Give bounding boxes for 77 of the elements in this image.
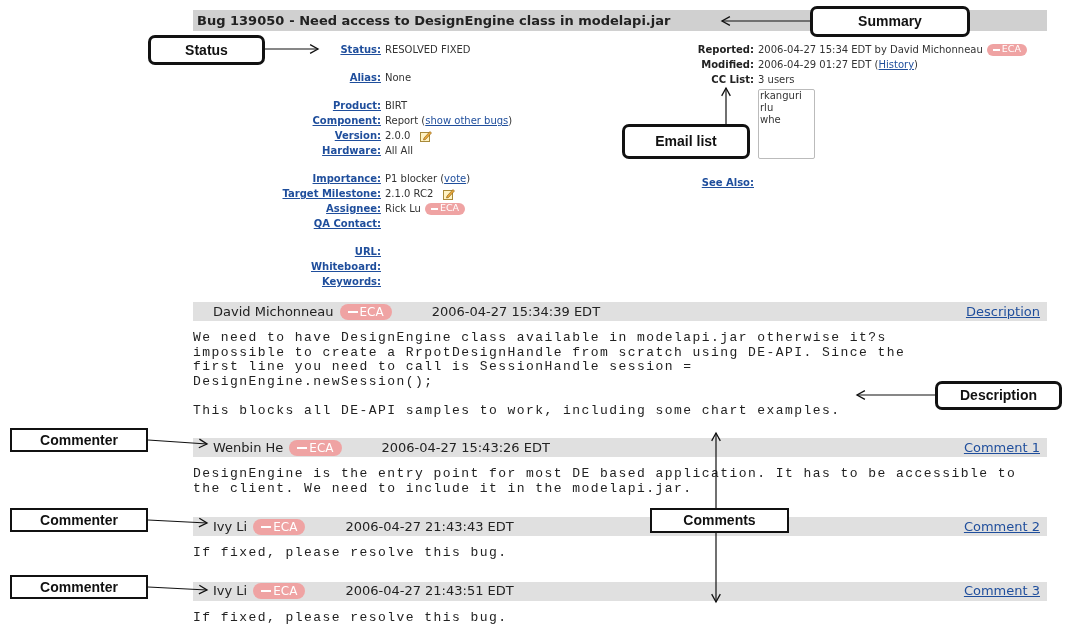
eca-badge: ECA	[339, 303, 392, 320]
field-label: CC List:	[711, 74, 754, 85]
comment-date: 2006-04-27 21:43:43 EDT	[345, 517, 514, 536]
arrow	[721, 86, 731, 125]
field-label[interactable]: See Also:	[701, 177, 754, 188]
eca-badge: ECA	[424, 202, 466, 215]
arrow	[147, 584, 209, 595]
field-label: Modified:	[701, 59, 754, 70]
comment-link[interactable]: Description	[965, 301, 1040, 322]
cc-option[interactable]: rkanguri	[760, 90, 813, 102]
eca-badge: ECA	[289, 439, 342, 456]
commenter-name: David Michonneau	[213, 302, 334, 321]
eca-badge: ECA	[986, 43, 1027, 56]
field-value: 2.0.0	[385, 129, 411, 143]
field-label[interactable]: Assignee:	[326, 203, 381, 214]
arrow	[147, 438, 209, 449]
comment-link[interactable]: Comment 2	[963, 516, 1040, 537]
field-value: P1 blocker (	[385, 172, 445, 186]
cc-option[interactable]: whe	[760, 114, 813, 126]
bug-title: - Need access to DesignEngine class in modelapi.jar	[289, 11, 671, 30]
comment-text: We need to have DesignEngine class available in modelapi.jar otherwise it?s impossible to create a RrpotDesignHandle from scratch using DE-API. Since the first line you need to call is SessionHandle session = DesignEngine.newSession();	[193, 331, 906, 389]
comment-date: 2006-04-27 21:43:51 EDT	[345, 582, 514, 601]
comment-text: If fixed, please resolve this bug.	[193, 610, 508, 624]
eca-badge: ECA	[253, 583, 306, 599]
field-label[interactable]: URL:	[354, 246, 381, 257]
field-label[interactable]: Target Milestone:	[282, 188, 381, 199]
field-label[interactable]: Importance:	[312, 173, 381, 184]
edit-icon[interactable]	[443, 187, 456, 200]
arrow	[264, 44, 320, 54]
link[interactable]: vote	[444, 171, 467, 186]
field-value: None	[385, 71, 412, 85]
field-value: 2.1.0 RC2	[385, 187, 434, 201]
field-value: 2006-04-27 15:34 EDT by David Michonneau	[758, 43, 983, 57]
parenthesis: )	[914, 58, 918, 72]
cc-option[interactable]: rlu	[760, 102, 813, 114]
field-label[interactable]: QA Contact:	[313, 218, 381, 229]
commenter-name: Ivy Li	[213, 517, 248, 536]
parenthesis: )	[508, 114, 513, 128]
callout-label: Email list	[622, 124, 750, 159]
callout-label: Comments	[650, 508, 789, 533]
field-label[interactable]: Version:	[334, 130, 381, 141]
commenter-name: Ivy Li	[213, 582, 248, 601]
bug-link[interactable]: Bug 139050	[197, 10, 285, 31]
arrow	[147, 517, 209, 528]
field-label[interactable]: Keywords:	[321, 276, 381, 287]
callout-label: Status	[148, 35, 265, 65]
field-label: Reported:	[697, 44, 754, 55]
callout-label: Commenter	[10, 428, 148, 452]
field-value: RESOLVED FIXED	[385, 43, 471, 57]
callout-label: Commenter	[10, 508, 148, 532]
field-value: BIRT	[385, 99, 408, 113]
callout-label: Commenter	[10, 575, 148, 599]
field-label[interactable]: Status:	[340, 44, 381, 55]
field-value: 2006-04-29 01:27 EDT (	[758, 58, 879, 72]
eca-badge: ECA	[253, 518, 306, 535]
field-value: Rick Lu	[385, 202, 421, 216]
cc-listbox[interactable]: rkanguri rlu whe	[758, 89, 815, 159]
comment-link[interactable]: Comment 1	[963, 437, 1040, 458]
field-label[interactable]: Whiteboard:	[311, 261, 381, 272]
field-label[interactable]: Product:	[332, 100, 381, 111]
comment-link[interactable]: Comment 3	[963, 581, 1040, 601]
callout-label: Description	[935, 381, 1062, 410]
link[interactable]: show other bugs	[425, 113, 509, 128]
comment-text: If fixed, please resolve this bug.	[193, 546, 508, 561]
field-label[interactable]: Component:	[312, 115, 381, 126]
field-value: 3 users	[758, 73, 795, 87]
field-label[interactable]: Alias:	[349, 72, 381, 83]
edit-icon[interactable]	[420, 129, 433, 142]
comment-date: 2006-04-27 15:43:26 EDT	[381, 438, 550, 457]
commenter-name: Wenbin He	[213, 438, 284, 457]
field-label[interactable]: Hardware:	[322, 145, 381, 156]
parenthesis: )	[466, 172, 471, 186]
comment-date: 2006-04-27 15:34:39 EDT	[431, 302, 601, 321]
field-value: All All	[385, 144, 413, 158]
comment-text: This blocks all DE-API samples to work, including some chart examples.	[193, 403, 841, 418]
callout-label: Summary	[810, 6, 970, 37]
field-value: Report (	[385, 114, 426, 128]
